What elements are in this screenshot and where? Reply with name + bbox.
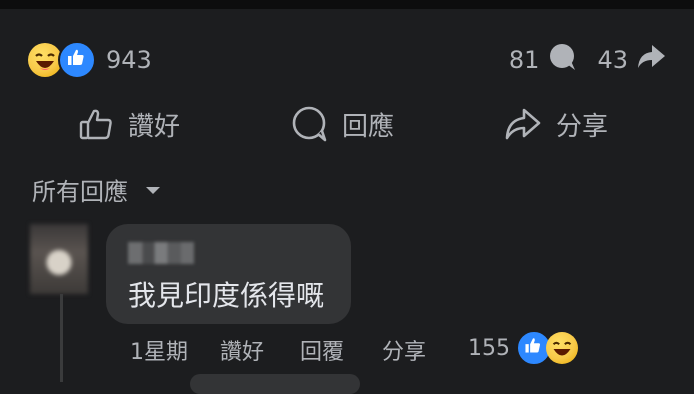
reaction-count: 943 bbox=[106, 46, 152, 74]
post-actions: 讚好 回應 分享 bbox=[0, 100, 694, 148]
comment-like-button[interactable]: 讚好 bbox=[220, 334, 264, 366]
avatar[interactable] bbox=[30, 224, 88, 294]
comment-count[interactable]: 81 bbox=[509, 46, 540, 74]
share-icon bbox=[505, 108, 541, 140]
like-label: 讚好 bbox=[128, 111, 181, 142]
comment-reactions[interactable]: 155 bbox=[468, 330, 578, 366]
comment-filter-label: 所有回應 bbox=[32, 178, 128, 206]
comment-reply-button[interactable]: 回覆 bbox=[300, 334, 344, 366]
comment-timestamp[interactable]: 1星期 bbox=[130, 334, 188, 366]
commenter-name-blurred[interactable] bbox=[128, 242, 194, 264]
share-arrow-icon bbox=[636, 42, 666, 78]
like-reaction-icon bbox=[58, 41, 96, 79]
comment-bubble[interactable]: 我見印度係得嘅 bbox=[106, 224, 351, 324]
next-comment-bubble[interactable] bbox=[190, 374, 360, 394]
comment-share-button[interactable]: 分享 bbox=[382, 334, 426, 366]
post-stats: 81 43 bbox=[501, 42, 666, 78]
reactions-summary[interactable]: 943 bbox=[28, 40, 152, 80]
comment-filter-dropdown[interactable]: 所有回應 bbox=[32, 172, 162, 207]
comment-icon bbox=[292, 106, 327, 142]
haha-reaction-icon bbox=[546, 332, 578, 364]
comment-button[interactable]: 回應 bbox=[290, 100, 394, 148]
comment-text: 我見印度係得嘅 bbox=[128, 279, 325, 312]
comment-reaction-count: 155 bbox=[468, 335, 510, 361]
thread-line bbox=[60, 294, 63, 382]
share-label: 分享 bbox=[556, 111, 609, 142]
like-button[interactable]: 讚好 bbox=[78, 100, 180, 148]
comment-bubble-icon bbox=[547, 42, 577, 78]
caret-down-icon bbox=[146, 186, 160, 194]
share-button[interactable]: 分享 bbox=[504, 100, 608, 148]
top-bar bbox=[0, 0, 694, 9]
share-count[interactable]: 43 bbox=[597, 46, 628, 74]
comment-label: 回應 bbox=[342, 111, 395, 142]
haha-reaction-icon bbox=[28, 43, 62, 77]
thumbs-up-icon bbox=[79, 109, 112, 140]
